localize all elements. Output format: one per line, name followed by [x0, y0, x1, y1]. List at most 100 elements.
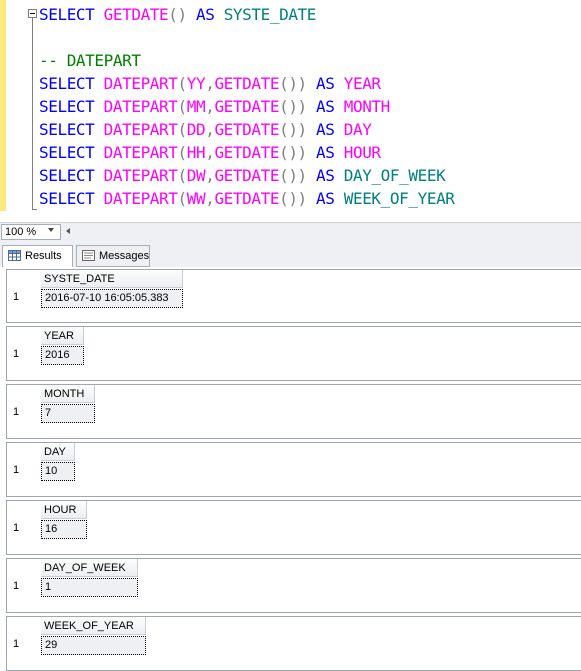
code-token: YEAR [343, 74, 381, 93]
code-token: GETDATE [214, 189, 280, 208]
collapse-region-icon[interactable] [28, 9, 37, 18]
result-grid-systedate[interactable]: SYSTE_DATE 1 2016-07-10 16:05:05.383 [6, 269, 581, 323]
code-token: DATEPART [103, 189, 178, 208]
row-number[interactable]: 1 [7, 403, 40, 422]
grid-corner[interactable] [7, 443, 40, 461]
tab-results[interactable]: Results [2, 245, 73, 268]
outline-line-end [32, 209, 37, 210]
row-number[interactable]: 1 [7, 461, 40, 480]
code-token: ( [177, 120, 188, 139]
grid-corner[interactable] [7, 385, 40, 403]
grid-corner[interactable] [7, 501, 40, 519]
result-cell[interactable]: 7 [41, 404, 95, 423]
code-token: AS [316, 189, 335, 208]
code-line[interactable]: SELECT GETDATE() AS SYSTE_DATE [39, 3, 316, 26]
code-token: DAY [343, 120, 372, 139]
row-number[interactable]: 1 [7, 635, 40, 654]
column-header[interactable]: SYSTE_DATE [41, 270, 183, 288]
query-editor[interactable]: SELECT GETDATE() AS SYSTE_DATE -- DATEPAR… [0, 0, 581, 222]
zoom-select[interactable]: 100 % [1, 224, 61, 240]
row-number[interactable]: 1 [7, 345, 40, 364]
result-cell[interactable]: 2016 [41, 346, 84, 365]
code-line[interactable]: SELECT DATEPART(YY,GETDATE()) AS YEAR [39, 72, 381, 95]
grid-corner[interactable] [7, 327, 40, 345]
code-token: AS [316, 120, 335, 139]
grid-corner[interactable] [7, 270, 40, 288]
code-token: DATEPART [103, 74, 178, 93]
code-token: DATEPART [103, 143, 178, 162]
code-token: ()) [279, 143, 307, 162]
column-header[interactable]: DAY [41, 443, 75, 461]
code-token: ()) [279, 97, 307, 116]
code-line[interactable]: SELECT DATEPART(HH,GETDATE()) AS HOUR [39, 141, 381, 164]
result-grid-dayofweek[interactable]: DAY_OF_WEEK 1 1 [6, 558, 581, 613]
code-token: ()) [279, 120, 307, 139]
code-token: GETDATE [214, 74, 280, 93]
column-header[interactable]: MONTH [41, 385, 95, 403]
result-grid-year[interactable]: YEAR 1 2016 [6, 326, 581, 381]
grid-corner[interactable] [7, 617, 40, 635]
result-grid-day[interactable]: DAY 1 10 [6, 442, 581, 497]
code-token: ()) [279, 74, 307, 93]
code-line[interactable]: SELECT DATEPART(DD,GETDATE()) AS DAY [39, 118, 372, 141]
row-number[interactable]: 1 [7, 577, 40, 596]
result-cell[interactable]: 10 [41, 462, 75, 481]
code-line[interactable]: -- DATEPART [39, 49, 141, 72]
column-header[interactable]: DAY_OF_WEEK [41, 559, 138, 577]
code-line[interactable]: SELECT DATEPART(DW,GETDATE()) AS DAY_OF_… [39, 164, 446, 187]
result-cell[interactable]: 1 [41, 578, 138, 597]
grid-icon [8, 250, 21, 261]
code-line[interactable]: SELECT DATEPART(MM,GETDATE()) AS MONTH [39, 95, 390, 118]
result-cell[interactable]: 16 [41, 520, 87, 539]
code-token: SELECT [39, 166, 95, 185]
zoom-value: 100 % [5, 226, 37, 238]
code-token: ()) [279, 189, 307, 208]
code-token: AS [316, 74, 335, 93]
outline-line [32, 18, 33, 210]
tab-messages-label: Messages [99, 250, 150, 262]
code-token: DW [186, 166, 206, 185]
code-token: SELECT [39, 97, 95, 116]
row-number[interactable]: 1 [7, 519, 40, 538]
result-grid-weekofyear[interactable]: WEEK_OF_YEAR 1 29 [6, 616, 581, 671]
code-token: HOUR [343, 143, 381, 162]
code-token: SELECT [39, 143, 95, 162]
column-header[interactable]: WEEK_OF_YEAR [41, 617, 146, 635]
tab-results-label: Results [25, 250, 62, 262]
result-cell[interactable]: 2016-07-10 16:05:05.383 [41, 289, 183, 308]
chevron-down-icon[interactable] [48, 228, 54, 232]
code-line[interactable]: SELECT DATEPART(WW,GETDATE()) AS WEEK_OF… [39, 187, 455, 210]
grid-corner[interactable] [7, 559, 40, 577]
row-number[interactable]: 1 [7, 288, 40, 307]
result-grid-hour[interactable]: HOUR 1 16 [6, 500, 581, 555]
column-header[interactable]: HOUR [41, 501, 87, 519]
column-header[interactable]: YEAR [41, 327, 84, 345]
scroll-left-icon[interactable] [66, 228, 70, 234]
result-cell[interactable]: 29 [41, 636, 146, 655]
code-token: HH [186, 143, 206, 162]
code-token: SELECT [39, 74, 95, 93]
code-token: GETDATE [103, 5, 169, 24]
result-grid-month[interactable]: MONTH 1 7 [6, 384, 581, 439]
messages-icon [82, 250, 95, 261]
code-token: GETDATE [214, 143, 280, 162]
code-token: SELECT [39, 189, 95, 208]
tab-messages[interactable]: Messages [76, 245, 150, 267]
code-token: YY [186, 74, 206, 93]
code-token: ( [177, 74, 188, 93]
code-token: DATEPART [103, 97, 178, 116]
code-token: GETDATE [214, 166, 280, 185]
